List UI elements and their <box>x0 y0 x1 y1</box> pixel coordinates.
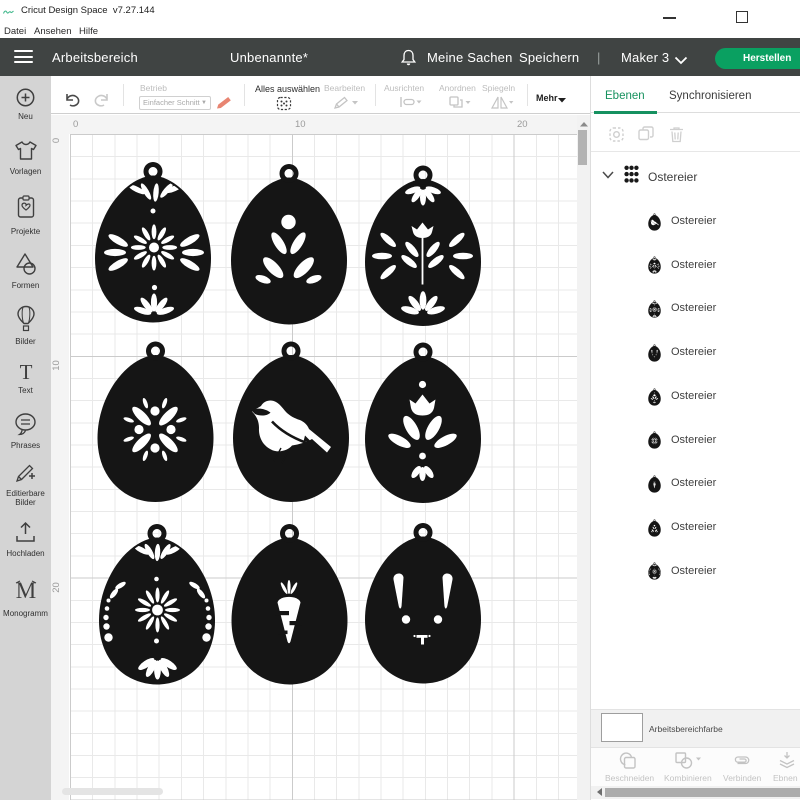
svg-text:T: T <box>19 362 32 383</box>
svg-text:M: M <box>15 579 35 603</box>
